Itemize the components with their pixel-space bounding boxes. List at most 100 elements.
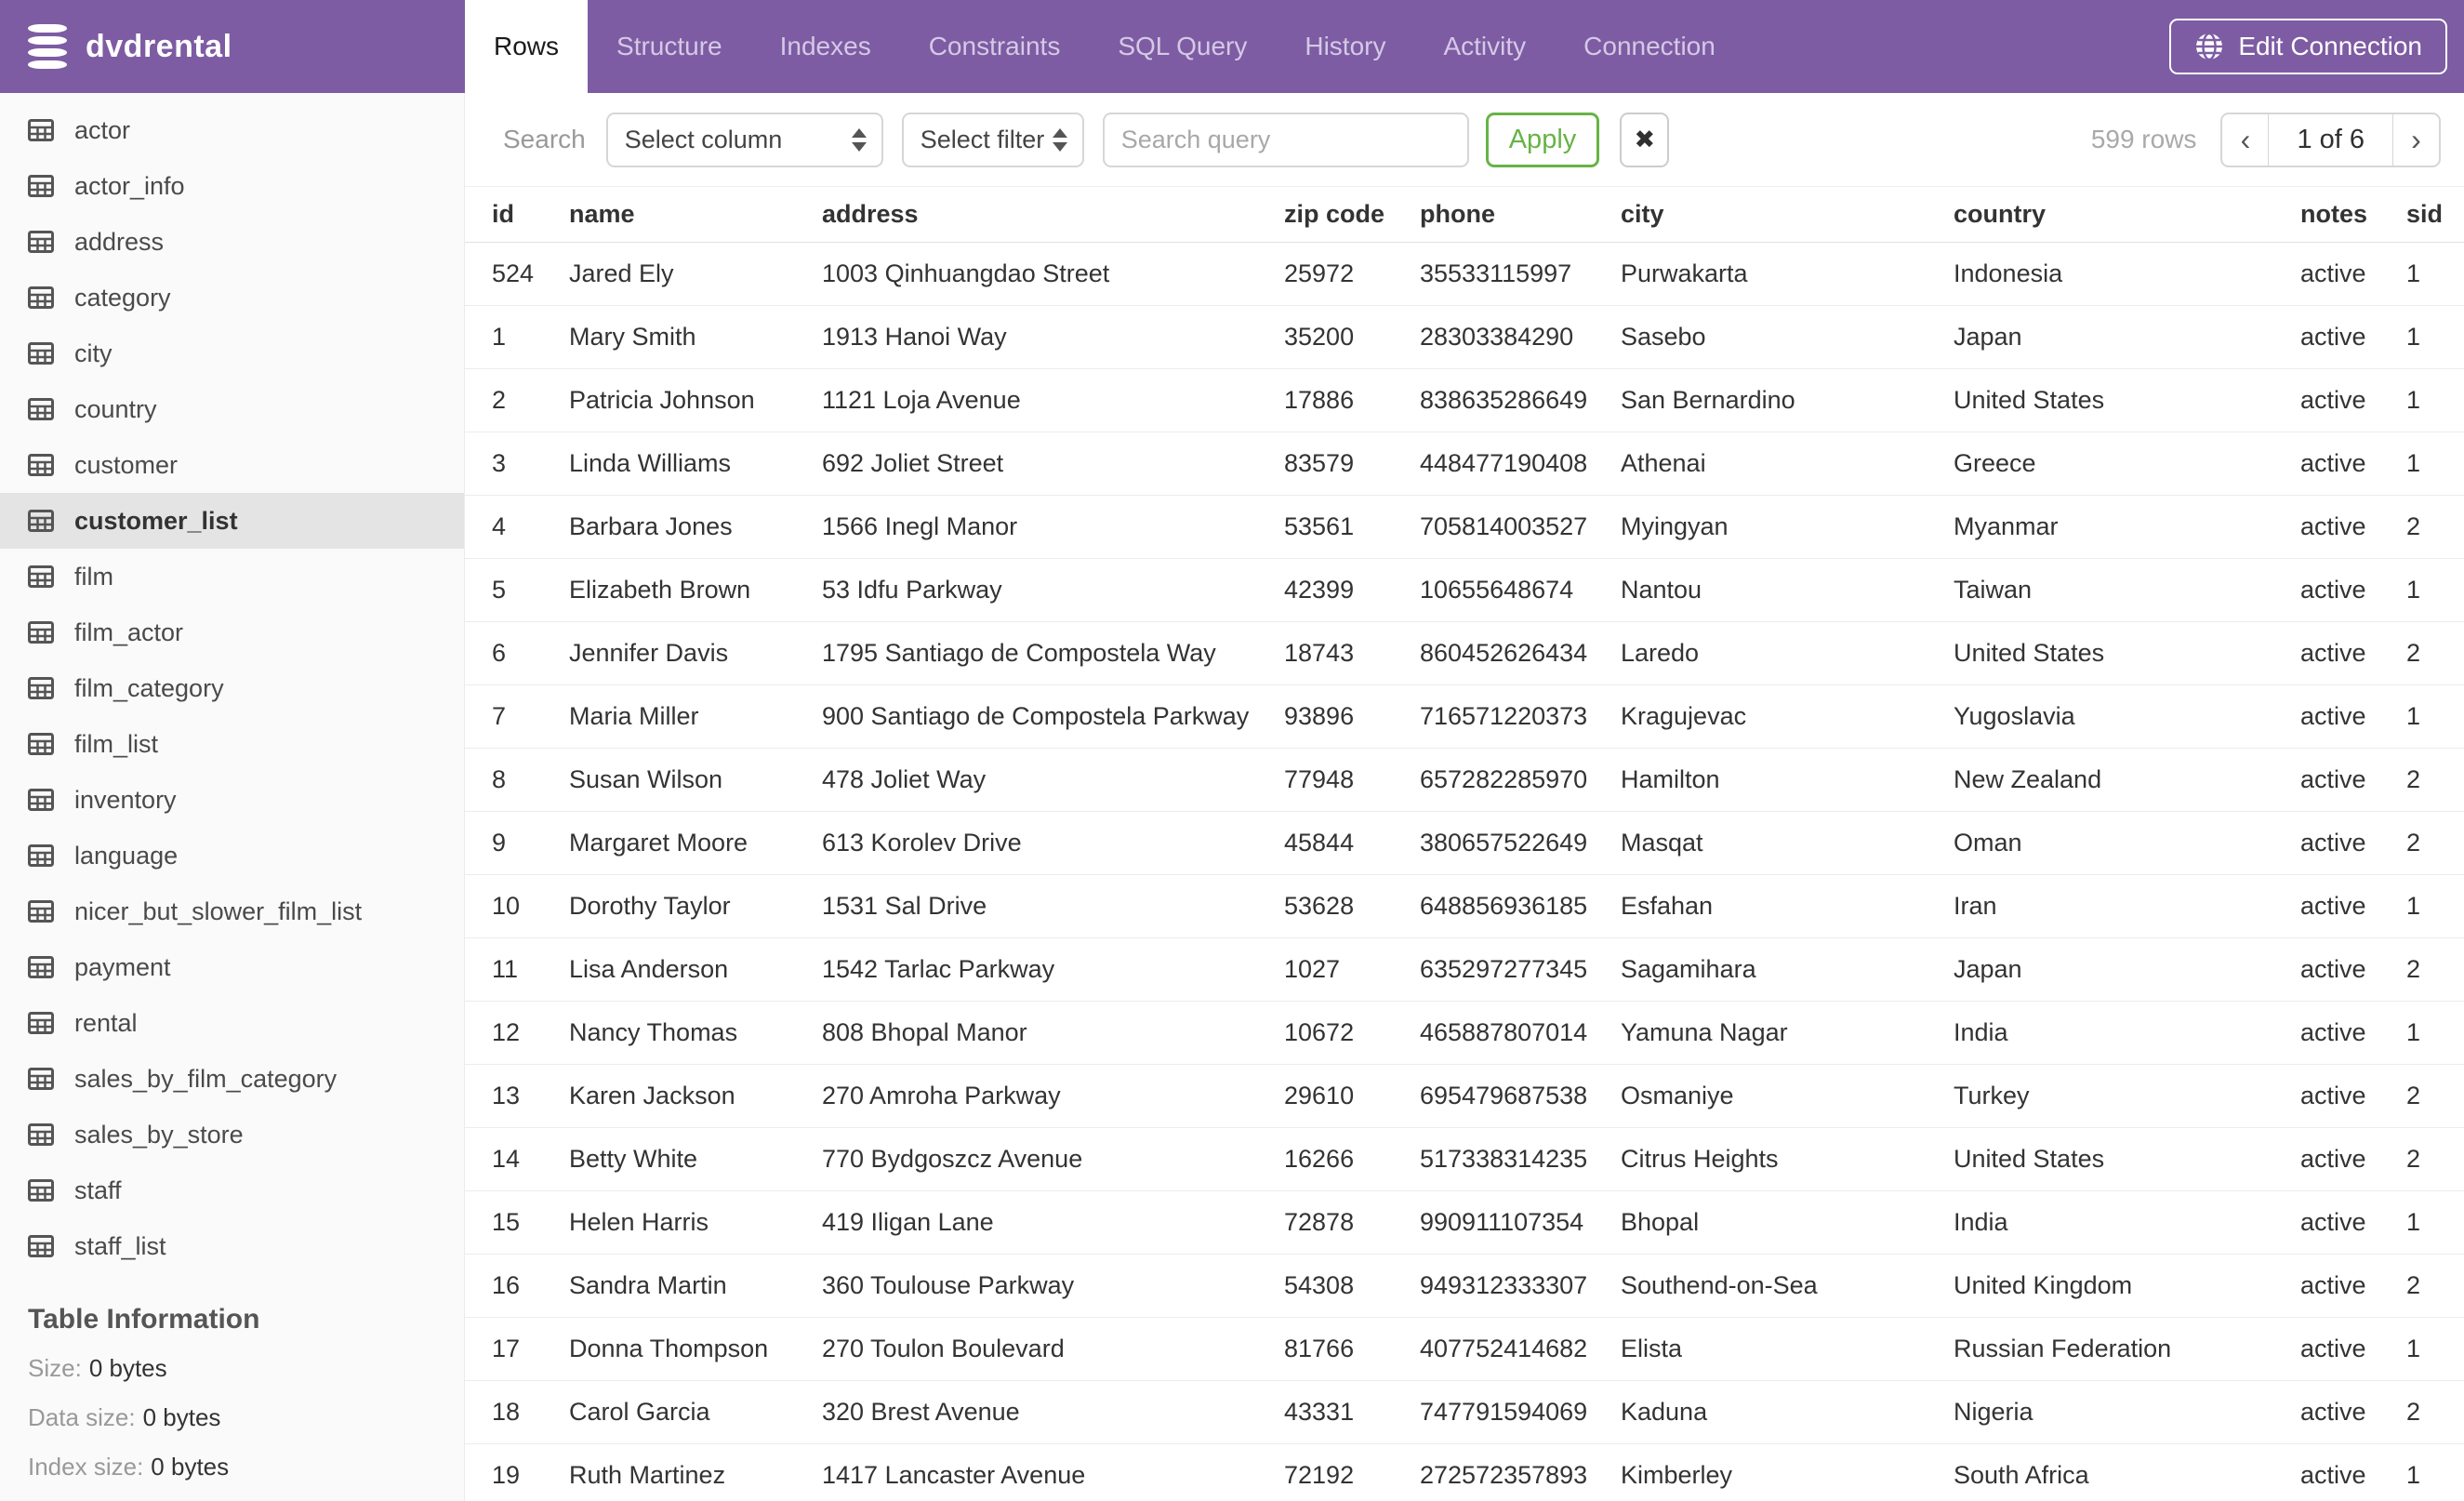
sidebar-table-item[interactable]: customer_list xyxy=(0,493,464,549)
cell-zip-code: 53628 xyxy=(1284,874,1420,938)
tab[interactable]: History xyxy=(1276,0,1414,93)
column-select[interactable]: Select column xyxy=(605,112,883,167)
cell-phone: 448477190408 xyxy=(1420,432,1621,496)
table-row[interactable]: 524 Jared Ely 1003 Qinhuangdao Street 25… xyxy=(465,242,2464,306)
table-row[interactable]: 7 Maria Miller 900 Santiago de Compostel… xyxy=(465,684,2464,749)
sidebar-table-item[interactable]: sales_by_store xyxy=(0,1107,464,1162)
cell-city: Kimberley xyxy=(1621,1443,1954,1501)
tab[interactable]: Connection xyxy=(1555,0,1744,93)
sidebar-table-item[interactable]: city xyxy=(0,325,464,381)
column-header[interactable]: name xyxy=(569,186,822,243)
table-row[interactable]: 3 Linda Williams 692 Joliet Street 83579… xyxy=(465,432,2464,496)
sidebar-table-item[interactable]: payment xyxy=(0,939,464,995)
table-row[interactable]: 2 Patricia Johnson 1121 Loja Avenue 1788… xyxy=(465,368,2464,432)
table-row[interactable]: 8 Susan Wilson 478 Joliet Way 77948 6572… xyxy=(465,748,2464,812)
cell-sid: 1 xyxy=(2406,1190,2464,1255)
cell-id: 11 xyxy=(465,937,569,1002)
sidebar-table-item[interactable]: address xyxy=(0,214,464,270)
table-row[interactable]: 17 Donna Thompson 270 Toulon Boulevard 8… xyxy=(465,1317,2464,1381)
tab[interactable]: Indexes xyxy=(751,0,900,93)
tab[interactable]: Activity xyxy=(1414,0,1555,93)
sidebar-table-item[interactable]: actor_info xyxy=(0,158,464,214)
sidebar-table-item[interactable]: film_category xyxy=(0,660,464,716)
sidebar-table-item[interactable]: staff_list xyxy=(0,1218,464,1274)
clear-search-button[interactable]: ✖ xyxy=(1620,112,1670,167)
table-row[interactable]: 16 Sandra Martin 360 Toulouse Parkway 54… xyxy=(465,1254,2464,1318)
next-page-button[interactable]: › xyxy=(2393,114,2439,166)
top-bar: dvdrental Rows Structure Indexes Constra… xyxy=(0,0,2464,93)
table-row[interactable]: 1 Mary Smith 1913 Hanoi Way 35200 283033… xyxy=(465,305,2464,369)
cell-address: 419 Iligan Lane xyxy=(822,1190,1284,1255)
cell-city: Bhopal xyxy=(1621,1190,1954,1255)
cell-sid: 1 xyxy=(2406,874,2464,938)
prev-page-button[interactable]: ‹ xyxy=(2222,114,2268,166)
sidebar-table-item[interactable]: actor xyxy=(0,102,464,158)
table-row[interactable]: 15 Helen Harris 419 Iligan Lane 72878 99… xyxy=(465,1190,2464,1255)
cell-id: 1 xyxy=(465,305,569,369)
tab[interactable]: Constraints xyxy=(900,0,1090,93)
sidebar-table-item[interactable]: rental xyxy=(0,995,464,1051)
column-header[interactable]: city xyxy=(1621,186,1954,243)
cell-address: 53 Idfu Parkway xyxy=(822,558,1284,622)
sidebar-table-item[interactable]: nicer_but_slower_film_list xyxy=(0,883,464,939)
apply-button[interactable]: Apply xyxy=(1485,112,1600,167)
cell-name: Carol Garcia xyxy=(569,1380,822,1444)
table-row[interactable]: 11 Lisa Anderson 1542 Tarlac Parkway 102… xyxy=(465,937,2464,1002)
cell-id: 5 xyxy=(465,558,569,622)
column-header[interactable]: zip code xyxy=(1284,186,1420,243)
table-row[interactable]: 19 Ruth Martinez 1417 Lancaster Avenue 7… xyxy=(465,1443,2464,1501)
cell-address: 1795 Santiago de Compostela Way xyxy=(822,621,1284,685)
table-information-panel: Table Information Size: 0 bytes Data size… xyxy=(0,1274,464,1501)
table-row[interactable]: 6 Jennifer Davis 1795 Santiago de Compos… xyxy=(465,621,2464,685)
table-information-line: Data size: 0 bytes xyxy=(28,1403,436,1432)
cell-country: Oman xyxy=(1954,811,2300,875)
cell-country: Yugoslavia xyxy=(1954,684,2300,749)
sidebar-table-item[interactable]: customer xyxy=(0,437,464,493)
column-header[interactable]: phone xyxy=(1420,186,1621,243)
table-row[interactable]: 9 Margaret Moore 613 Korolev Drive 45844… xyxy=(465,811,2464,875)
search-query-input[interactable] xyxy=(1102,112,1469,167)
sidebar-table-item[interactable]: language xyxy=(0,828,464,883)
cell-id: 14 xyxy=(465,1127,569,1191)
cell-name: Lisa Anderson xyxy=(569,937,822,1002)
sidebar-table-item[interactable]: inventory xyxy=(0,772,464,828)
cell-city: Myingyan xyxy=(1621,495,1954,559)
sidebar-table-item[interactable]: film_list xyxy=(0,716,464,772)
main-content: Search Select column Select filter Apply… xyxy=(465,93,2464,1501)
cell-country: Greece xyxy=(1954,432,2300,496)
table-row[interactable]: 18 Carol Garcia 320 Brest Avenue 43331 7… xyxy=(465,1380,2464,1444)
sidebar-table-item[interactable]: film xyxy=(0,549,464,604)
table-row[interactable]: 13 Karen Jackson 270 Amroha Parkway 2961… xyxy=(465,1064,2464,1128)
filter-select[interactable]: Select filter xyxy=(901,112,1084,167)
column-header[interactable]: country xyxy=(1954,186,2300,243)
column-header[interactable]: notes xyxy=(2300,186,2406,243)
cell-country: United States xyxy=(1954,368,2300,432)
cell-address: 692 Joliet Street xyxy=(822,432,1284,496)
cell-zip-code: 72192 xyxy=(1284,1443,1420,1501)
edit-connection-button[interactable]: Edit Connection xyxy=(2169,19,2447,74)
sidebar-table-item[interactable]: film_actor xyxy=(0,604,464,660)
sidebar-table-item[interactable]: staff xyxy=(0,1162,464,1218)
cell-notes: active xyxy=(2300,305,2406,369)
cell-name: Donna Thompson xyxy=(569,1317,822,1381)
table-row[interactable]: 12 Nancy Thomas 808 Bhopal Manor 10672 4… xyxy=(465,1001,2464,1065)
column-header[interactable]: id xyxy=(465,186,569,243)
tab[interactable]: Rows xyxy=(465,0,589,93)
table-row[interactable]: 14 Betty White 770 Bydgoszcz Avenue 1626… xyxy=(465,1127,2464,1191)
column-header[interactable]: sid xyxy=(2406,186,2464,243)
table-row[interactable]: 5 Elizabeth Brown 53 Idfu Parkway 42399 … xyxy=(465,558,2464,622)
tab[interactable]: Structure xyxy=(588,0,751,93)
column-header[interactable]: address xyxy=(822,186,1284,243)
cell-name: Patricia Johnson xyxy=(569,368,822,432)
sidebar-table-item[interactable]: category xyxy=(0,270,464,325)
sidebar-table-item[interactable]: country xyxy=(0,381,464,437)
cell-zip-code: 93896 xyxy=(1284,684,1420,749)
column-select-value: Select column xyxy=(624,125,783,153)
cell-notes: active xyxy=(2300,1064,2406,1128)
cell-id: 8 xyxy=(465,748,569,812)
info-value: 0 bytes xyxy=(151,1453,230,1481)
tab[interactable]: SQL Query xyxy=(1089,0,1276,93)
sidebar-table-item[interactable]: sales_by_film_category xyxy=(0,1051,464,1107)
table-row[interactable]: 4 Barbara Jones 1566 Inegl Manor 53561 7… xyxy=(465,495,2464,559)
table-row[interactable]: 10 Dorothy Taylor 1531 Sal Drive 53628 6… xyxy=(465,874,2464,938)
